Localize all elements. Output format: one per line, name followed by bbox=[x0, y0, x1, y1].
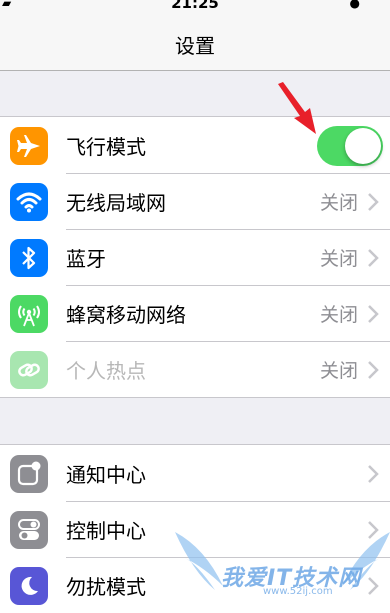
bluetooth-icon bbox=[10, 239, 48, 277]
settings-group-connectivity: 飞行模式 无线局域网 关闭 蓝牙 关闭 蜂窝移动网络 关闭 个人热点 关闭 bbox=[0, 116, 390, 398]
settings-row-value: 关闭 bbox=[319, 192, 358, 214]
status-time: 21:25 bbox=[171, 0, 219, 12]
settings-row-value: 关闭 bbox=[319, 360, 358, 382]
settings-row-label: 个人热点 bbox=[66, 359, 146, 383]
navigation-bar: 设置 bbox=[0, 16, 390, 71]
settings-row-label: 无线局域网 bbox=[66, 191, 166, 215]
chevron-right-icon bbox=[368, 465, 379, 483]
settings-row-bluetooth[interactable]: 蓝牙 关闭 bbox=[0, 229, 390, 285]
settings-row-cellular[interactable]: 蜂窝移动网络 关闭 bbox=[0, 285, 390, 341]
settings-row-value: 关闭 bbox=[319, 248, 358, 270]
chevron-right-icon bbox=[368, 305, 379, 323]
annotation-arrow-icon bbox=[278, 82, 316, 134]
wifi-icon bbox=[10, 183, 48, 221]
moon-icon bbox=[10, 567, 48, 605]
settings-row-label: 勿扰模式 bbox=[66, 575, 146, 599]
settings-row-value: 关闭 bbox=[319, 304, 358, 326]
settings-row-wifi[interactable]: 无线局域网 关闭 bbox=[0, 173, 390, 229]
settings-row-personal-hotspot[interactable]: 个人热点 关闭 bbox=[0, 341, 390, 397]
watermark: 我爱IT技术网 www.52ij.com bbox=[175, 528, 390, 604]
alarm-icon: ● bbox=[349, 0, 360, 10]
settings-row-notification-center[interactable]: 通知中心 bbox=[0, 445, 390, 501]
toggle-knob bbox=[345, 128, 381, 164]
chevron-right-icon bbox=[368, 193, 379, 211]
notification-center-icon bbox=[10, 455, 48, 493]
status-bar: ▰ 21:25 ● bbox=[0, 0, 390, 16]
settings-row-label: 蓝牙 bbox=[66, 247, 106, 271]
control-center-icon bbox=[10, 511, 48, 549]
airplane-mode-toggle[interactable] bbox=[317, 126, 383, 166]
hotspot-link-icon bbox=[10, 351, 48, 389]
settings-row-label: 蜂窝移动网络 bbox=[66, 303, 186, 327]
cellular-antenna-icon bbox=[10, 295, 48, 333]
settings-row-airplane-mode[interactable]: 飞行模式 bbox=[0, 117, 390, 173]
airplane-icon bbox=[10, 127, 48, 165]
settings-row-label: 通知中心 bbox=[66, 463, 146, 487]
page-title: 设置 bbox=[175, 34, 215, 58]
chevron-right-icon bbox=[368, 361, 379, 379]
chevron-right-icon bbox=[368, 249, 379, 267]
settings-row-label: 控制中心 bbox=[66, 519, 146, 543]
settings-row-label: 飞行模式 bbox=[66, 135, 146, 159]
watermark-url: www.52ij.com bbox=[263, 586, 333, 597]
